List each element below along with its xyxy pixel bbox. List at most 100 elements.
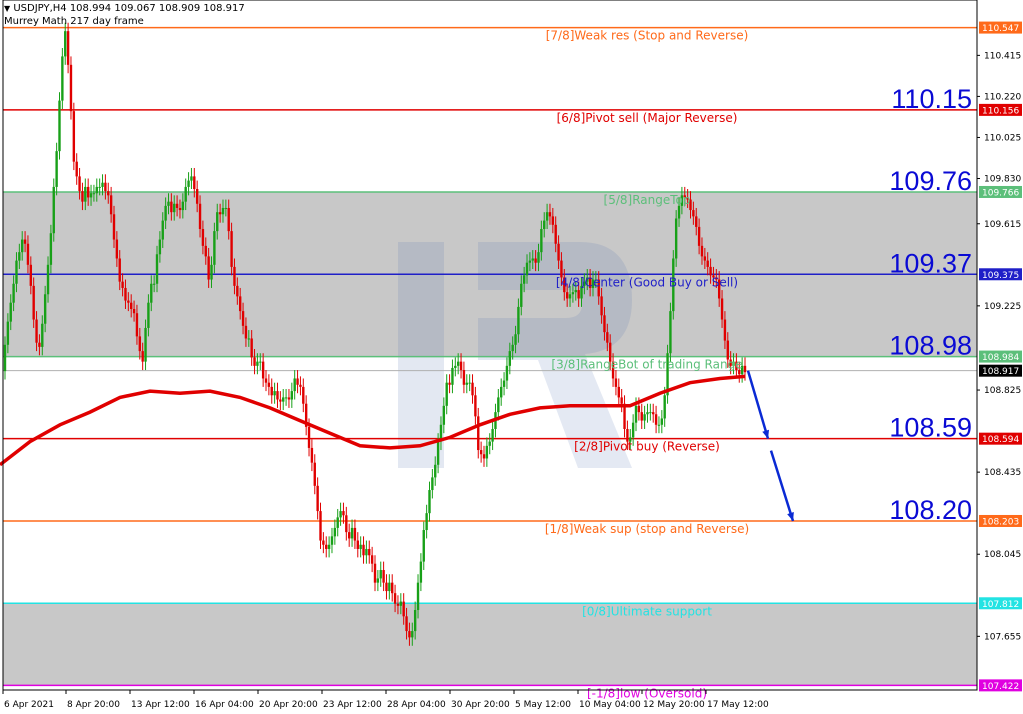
price-axis: 110.547 110.156 109.766 109.375 108.984 108.5… <box>977 21 1022 692</box>
candle-body <box>107 191 110 196</box>
candle-body <box>55 151 58 187</box>
candle-body <box>310 447 314 463</box>
candle-body <box>330 536 334 545</box>
candle-body <box>471 382 474 396</box>
candle-body <box>282 397 285 402</box>
candle-body <box>646 412 649 415</box>
candle-body <box>477 416 480 451</box>
candle-body <box>158 239 162 255</box>
price-chart[interactable]: [7/8]Weak res (Stop and Reverse) [6/8]Piv… <box>0 0 1023 714</box>
candle-body <box>52 186 55 234</box>
candle-body <box>545 212 549 221</box>
candle-body <box>302 386 305 404</box>
candle-body <box>155 254 159 284</box>
candle-body <box>38 342 41 347</box>
candle-body <box>356 540 359 549</box>
level-big-price-3: 109.37 <box>889 248 972 278</box>
level-big-price-4: 108.98 <box>889 331 972 361</box>
candle-body <box>3 344 7 372</box>
arrow-head-1 <box>787 512 794 521</box>
candle-body <box>270 386 273 396</box>
candle-body <box>124 287 127 301</box>
candle-body <box>109 195 113 215</box>
collapse-triangle-icon[interactable]: ▼ <box>4 4 10 13</box>
level-price-tag-text-2: 109.766 <box>982 188 1019 198</box>
candle-body <box>396 603 400 606</box>
candle-body <box>353 527 357 541</box>
candle-body <box>147 302 150 328</box>
x-tick-label: 23 Apr 12:00 <box>323 700 382 710</box>
candle-body <box>327 544 331 549</box>
candle-body <box>284 397 288 399</box>
x-tick-label: 30 Apr 20:00 <box>451 700 510 710</box>
x-tick-label: 5 May 12:00 <box>515 700 571 710</box>
candle-body <box>431 477 434 491</box>
candle-body <box>221 207 225 215</box>
candle-body <box>32 285 35 320</box>
candle-body <box>508 351 512 366</box>
candle-body <box>178 207 182 211</box>
candle-body <box>43 294 47 324</box>
candle-body <box>195 189 199 204</box>
candle-body <box>419 561 423 583</box>
candle-body <box>462 370 466 385</box>
candle-body <box>261 361 265 379</box>
candle-body <box>703 256 707 261</box>
candle-body <box>89 193 93 198</box>
x-tick-label: 17 May 12:00 <box>707 700 769 710</box>
candle-body <box>393 593 397 604</box>
candle-body <box>66 31 70 65</box>
candle-body <box>264 378 268 383</box>
level-price-tag-text-7: 107.812 <box>982 600 1019 610</box>
x-tick-label: 6 Apr 2021 <box>4 700 54 710</box>
candle-body <box>161 220 164 240</box>
candle-body <box>241 311 245 326</box>
candle-body <box>64 31 67 57</box>
y-tick-label: 107.655 <box>984 632 1021 642</box>
candle-body <box>218 212 222 215</box>
candle-body <box>500 386 503 398</box>
candle-body <box>313 462 316 486</box>
candle-body <box>413 610 417 632</box>
x-tick-label: 8 Apr 20:00 <box>67 700 120 710</box>
candle-body <box>95 186 98 194</box>
candle-body <box>287 397 291 400</box>
level-price-tag-text-4: 108.984 <box>982 353 1019 363</box>
candle-body <box>488 441 491 446</box>
candle-body <box>84 186 87 202</box>
candle-body <box>557 243 560 261</box>
candle-body <box>408 631 411 638</box>
level-label-2: [5/8]RangeTop <box>604 193 691 207</box>
candle-body <box>723 319 727 341</box>
level-big-price-2: 109.76 <box>889 166 972 196</box>
candle-body <box>144 327 147 362</box>
candle-body <box>347 532 351 539</box>
candle-body <box>138 336 142 352</box>
x-tick-label: 10 May 04:00 <box>579 700 641 710</box>
candle-body <box>259 361 262 363</box>
candle-body <box>485 445 489 459</box>
candle-body <box>370 555 374 564</box>
candle-body <box>697 226 701 246</box>
candle-body <box>276 391 279 400</box>
candle-body <box>502 380 506 387</box>
level-price-tag-text-0: 110.547 <box>982 24 1019 34</box>
candle-body <box>554 224 557 244</box>
candle-body <box>634 405 638 423</box>
candle-body <box>247 338 250 340</box>
candle-body <box>382 570 385 583</box>
candle-body <box>600 296 603 316</box>
candle-body <box>640 412 643 421</box>
candle-body <box>118 258 121 282</box>
candle-body <box>9 302 12 322</box>
symbol-ohlc-line: USDJPY,H4 108.994 109.067 108.909 108.91… <box>13 3 245 14</box>
candle-body <box>279 399 282 402</box>
level-label-6: [1/8]Weak sup (stop and Reverse) <box>545 522 749 536</box>
candle-body <box>336 517 339 528</box>
shaded-zone-1 <box>3 603 977 686</box>
candle-body <box>26 243 30 265</box>
level-label-4: [3/8]RangeBot of trading Range <box>551 358 742 372</box>
y-tick-label: 110.415 <box>984 51 1021 61</box>
candle-body <box>442 405 446 425</box>
candle-body <box>660 418 664 425</box>
